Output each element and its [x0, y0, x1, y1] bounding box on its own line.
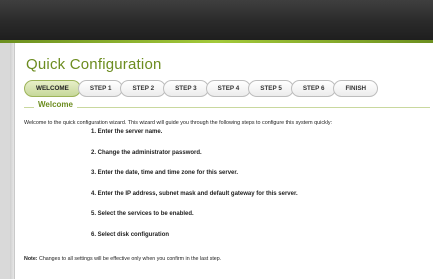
step-tab-4[interactable]: STEP 4 — [205, 80, 252, 97]
step-item-4: 4. Enter the IP address, subnet mask and… — [91, 191, 298, 197]
section-legend: Welcome — [34, 100, 77, 109]
note-text: Note: Changes to all settings will be ef… — [24, 256, 221, 262]
step-tab-6[interactable]: STEP 6 — [290, 80, 337, 97]
step-tab-2[interactable]: STEP 2 — [120, 80, 167, 97]
note-label: Note: — [24, 256, 38, 262]
top-banner — [0, 0, 433, 40]
welcome-fieldset — [24, 107, 430, 271]
step-tab-welcome[interactable]: WELCOME — [24, 80, 81, 97]
step-tab-finish[interactable]: FINISH — [333, 80, 379, 97]
step-item-3: 3. Enter the date, time and time zone fo… — [91, 170, 239, 176]
step-item-2: 2. Change the administrator password. — [91, 150, 202, 156]
note-body: Changes to all settings will be effectiv… — [37, 256, 222, 262]
intro-text: Welcome to the quick configuration wizar… — [24, 120, 333, 126]
step-item-1: 1. Enter the server name. — [91, 129, 163, 135]
step-tab-5[interactable]: STEP 5 — [248, 80, 294, 97]
step-tab-3[interactable]: STEP 3 — [163, 80, 209, 97]
step-tab-1[interactable]: STEP 1 — [77, 80, 124, 97]
wizard-steps: WELCOME STEP 1 STEP 2 STEP 3 STEP 4 STEP… — [24, 80, 379, 97]
step-item-6: 6. Select disk configuration — [91, 232, 170, 238]
page-title: Quick Configuration — [26, 56, 162, 73]
step-item-5: 5. Select the services to be enabled. — [91, 211, 194, 217]
